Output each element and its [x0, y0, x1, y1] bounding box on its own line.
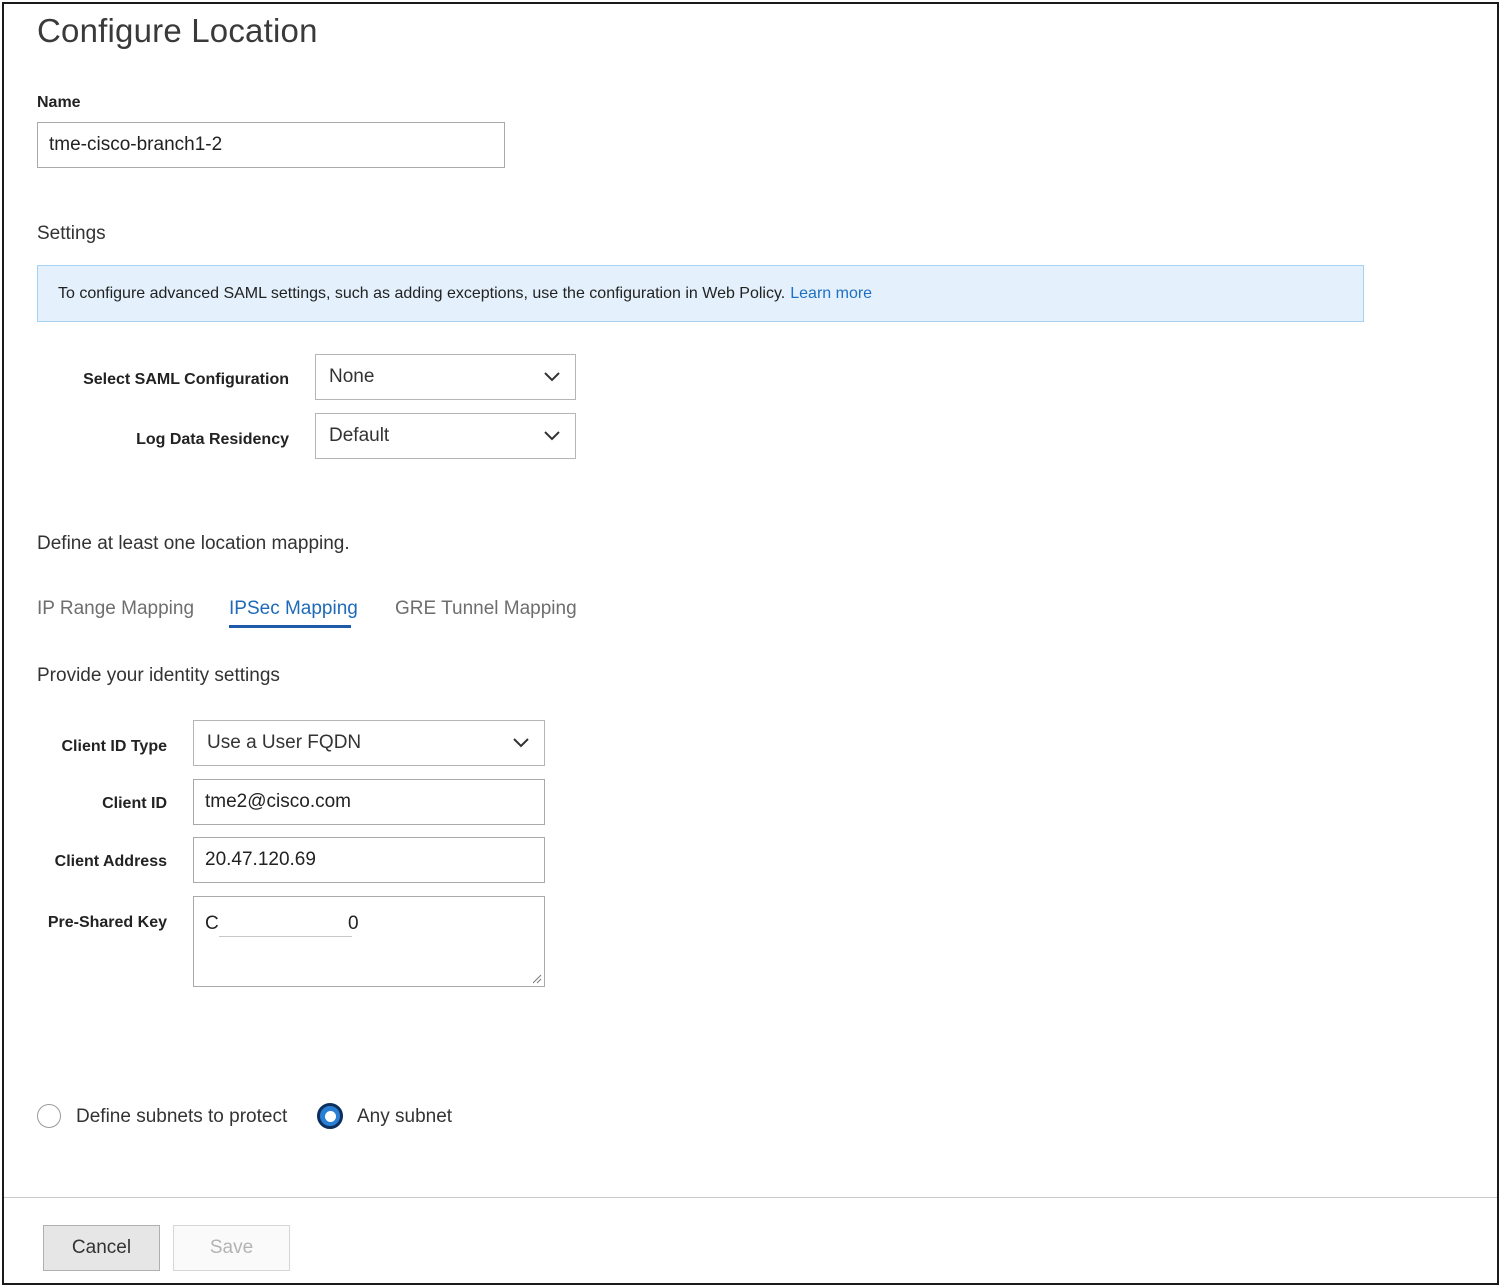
client-id-type-select[interactable]: Use a User FQDN — [193, 720, 545, 766]
name-label: Name — [37, 94, 81, 111]
configure-location-dialog: Configure Location Name tme-cisco-branch… — [2, 2, 1499, 1285]
saml-config-label: Select SAML Configuration — [83, 371, 289, 388]
define-subnets-label[interactable]: Define subnets to protect — [76, 1106, 287, 1128]
footer-divider — [4, 1197, 1497, 1198]
client-address-value: 20.47.120.69 — [205, 849, 316, 870]
settings-heading: Settings — [37, 223, 106, 244]
tab-ipsec-mapping[interactable]: IPSec Mapping — [229, 598, 358, 620]
saml-config-select[interactable]: None — [315, 354, 576, 400]
name-input[interactable]: tme-cisco-branch1-2 — [37, 122, 505, 168]
page-title: Configure Location — [37, 12, 318, 49]
learn-more-link[interactable]: Learn more — [790, 285, 872, 303]
tab-gre-tunnel-mapping[interactable]: GRE Tunnel Mapping — [395, 598, 577, 620]
name-input-value: tme-cisco-branch1-2 — [49, 134, 223, 155]
banner-text: To configure advanced SAML settings, suc… — [58, 284, 786, 302]
saml-config-value: None — [329, 366, 375, 387]
chevron-down-icon — [544, 431, 560, 441]
save-button[interactable]: Save — [173, 1225, 290, 1271]
radio-selected-dot — [324, 1110, 336, 1122]
mapping-heading: Define at least one location mapping. — [37, 533, 350, 554]
radio-define-subnets[interactable] — [37, 1104, 61, 1128]
log-residency-label: Log Data Residency — [136, 431, 289, 448]
saml-info-banner: To configure advanced SAML settings, suc… — [37, 265, 1364, 322]
active-tab-indicator — [229, 625, 351, 628]
client-id-value: tme2@cisco.com — [205, 791, 351, 812]
chevron-down-icon — [544, 372, 560, 382]
cancel-button[interactable]: Cancel — [43, 1225, 160, 1271]
any-subnet-label[interactable]: Any subnet — [357, 1106, 452, 1128]
resize-handle-icon[interactable] — [532, 974, 542, 984]
client-id-type-value: Use a User FQDN — [207, 732, 362, 753]
identity-heading: Provide your identity settings — [37, 665, 280, 686]
client-address-label: Client Address — [54, 853, 167, 870]
pre-shared-key-end: 0 — [348, 913, 359, 934]
log-residency-select[interactable]: Default — [315, 413, 576, 459]
tab-ip-range-mapping[interactable]: IP Range Mapping — [37, 598, 194, 620]
client-id-input[interactable]: tme2@cisco.com — [193, 779, 545, 825]
radio-any-subnet[interactable] — [317, 1103, 343, 1129]
pre-shared-key-textarea[interactable] — [193, 896, 545, 987]
client-id-label: Client ID — [102, 795, 167, 812]
pre-shared-key-start: C — [205, 913, 219, 934]
chevron-down-icon — [513, 738, 529, 748]
client-address-input[interactable]: 20.47.120.69 — [193, 837, 545, 883]
redaction-mask — [219, 911, 352, 937]
pre-shared-key-label: Pre-Shared Key — [47, 914, 167, 931]
log-residency-value: Default — [329, 425, 390, 446]
client-id-type-label: Client ID Type — [61, 738, 168, 755]
